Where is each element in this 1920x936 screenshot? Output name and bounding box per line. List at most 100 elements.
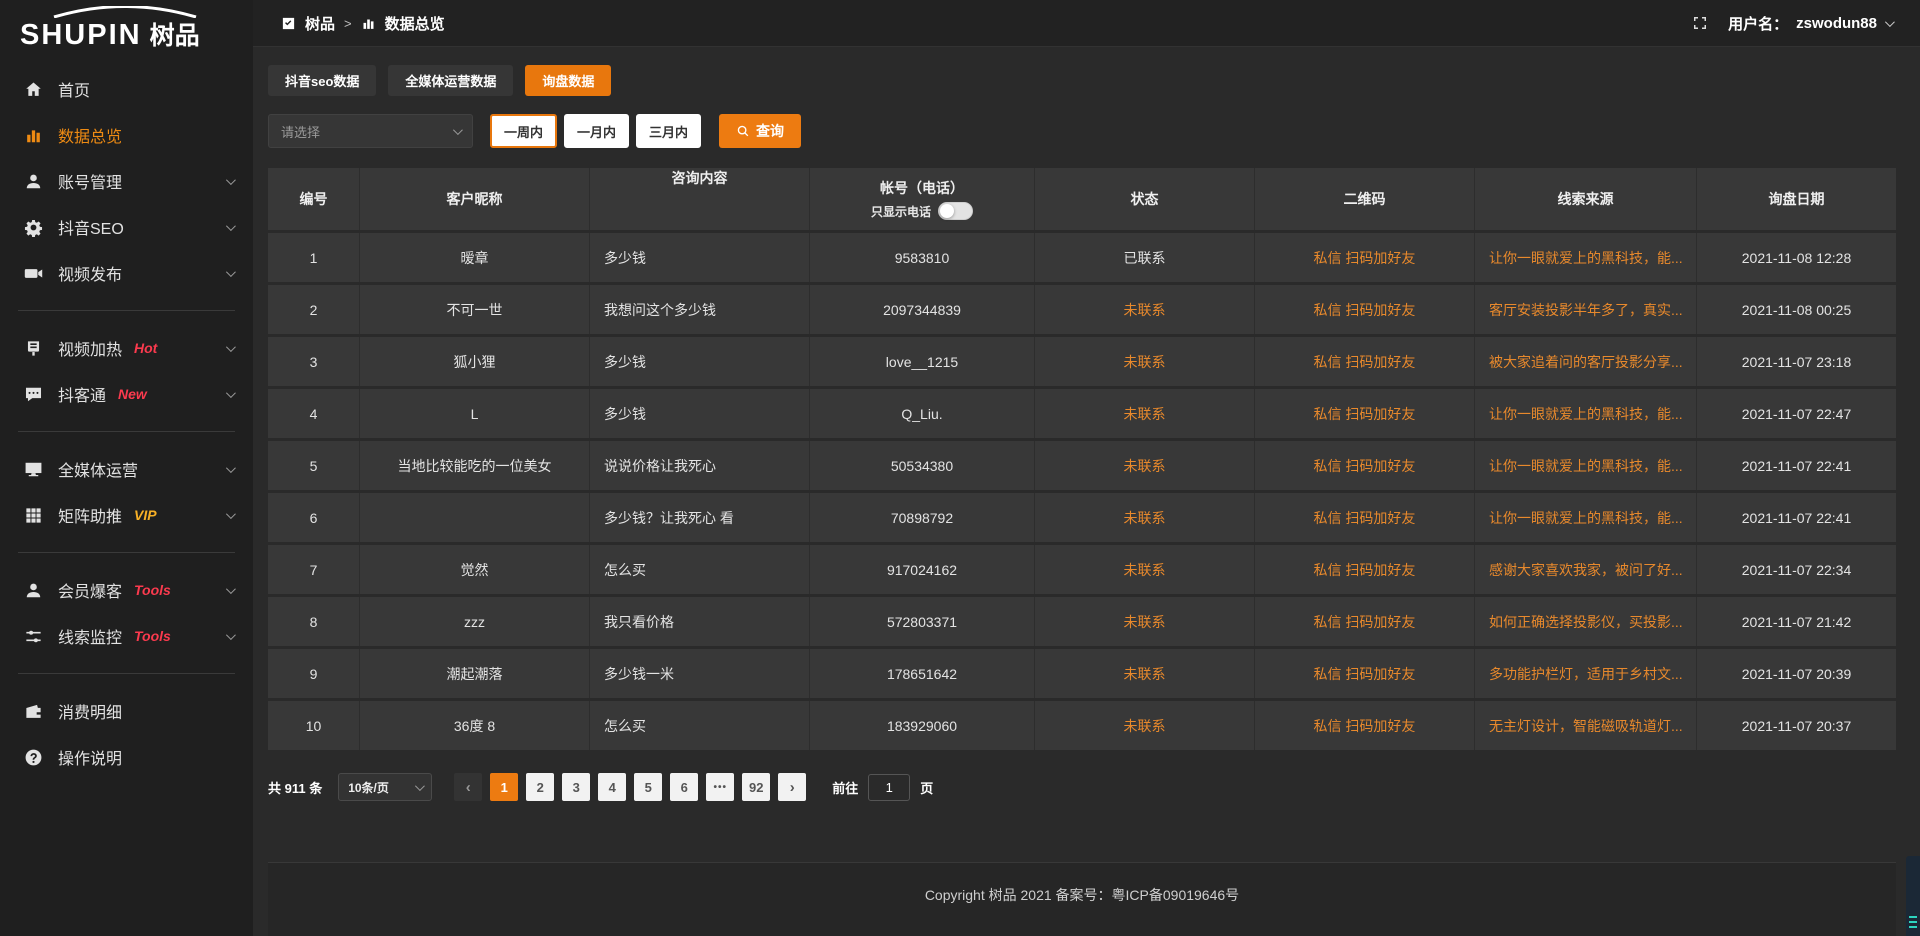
cell-source-link[interactable]: 多功能护栏灯，适用于乡村文... [1475, 649, 1697, 698]
filter-bar: 请选择 一周内一月内三月内 查询 [268, 114, 1896, 148]
cell-date: 2021-11-07 22:41 [1697, 441, 1896, 490]
phone-only-label: 只显示电话 [871, 203, 931, 220]
sidebar-item[interactable]: 矩阵助推VIP [0, 492, 253, 538]
sidebar-item[interactable]: 抖音SEO [0, 204, 253, 250]
cell-qrcode-link[interactable]: 私信 扫码加好友 [1255, 441, 1475, 490]
breadcrumb-separator: > [344, 16, 352, 31]
topbar-right: 用户名：zswodun88 [1692, 13, 1892, 34]
cell-source-link[interactable]: 让你一眼就爱上的黑科技，能... [1475, 493, 1697, 542]
cell-qrcode-link[interactable]: 私信 扫码加好友 [1255, 233, 1475, 282]
cell-source-link[interactable]: 感谢大家喜欢我家，被问了好... [1475, 545, 1697, 594]
next-page-button[interactable]: › [778, 773, 806, 801]
cell-source-link[interactable]: 让你一眼就爱上的黑科技，能... [1475, 389, 1697, 438]
grid-icon [24, 506, 43, 525]
page-button[interactable]: 92 [742, 773, 770, 801]
bar-chart-icon [361, 16, 376, 31]
range-button[interactable]: 三月内 [636, 114, 701, 148]
cell-qrcode-link[interactable]: 私信 扫码加好友 [1255, 701, 1475, 750]
user-menu[interactable]: 用户名：zswodun88 [1728, 13, 1892, 34]
page-footer: Copyright 树品 2021 备案号：粤ICP备09019646号 [268, 862, 1896, 936]
sidebar-item[interactable]: 首页 [0, 66, 253, 112]
col-header-status: 状态 [1035, 168, 1255, 230]
sidebar-item[interactable]: 数据总览 [0, 112, 253, 158]
content-area: 抖音seo数据全媒体运营数据询盘数据 请选择 一周内一月内三月内 查询 编号 客… [253, 47, 1920, 936]
cell-status: 未联系 [1035, 337, 1255, 386]
page-button[interactable]: 2 [526, 773, 554, 801]
tab-item[interactable]: 抖音seo数据 [268, 65, 376, 96]
breadcrumb: 树品 > 数据总览 [281, 13, 445, 34]
sidebar-item[interactable]: 操作说明 [0, 734, 253, 780]
page-size-select[interactable]: 10条/页 [338, 773, 432, 801]
cell-qrcode-link[interactable]: 私信 扫码加好友 [1255, 389, 1475, 438]
table-row: 3狐小狸多少钱love__1215未联系私信 扫码加好友被大家追着问的客厅投影分… [268, 337, 1896, 386]
edge-widget[interactable] [1906, 856, 1920, 936]
page-button[interactable]: 3 [562, 773, 590, 801]
cell-status: 未联系 [1035, 701, 1255, 750]
cell-source-link[interactable]: 让你一眼就爱上的黑科技，能... [1475, 441, 1697, 490]
cell-qrcode-link[interactable]: 私信 扫码加好友 [1255, 597, 1475, 646]
search-button[interactable]: 查询 [719, 114, 801, 148]
range-button[interactable]: 一月内 [564, 114, 629, 148]
cell-qrcode-link[interactable]: 私信 扫码加好友 [1255, 285, 1475, 334]
page-button[interactable]: 5 [634, 773, 662, 801]
cell-qrcode-link[interactable]: 私信 扫码加好友 [1255, 493, 1475, 542]
phone-only-toggle[interactable] [938, 202, 973, 220]
sidebar-divider [18, 310, 235, 311]
chevron-down-icon [453, 125, 463, 135]
col-header-nickname: 客户昵称 [360, 168, 590, 230]
sidebar-item[interactable]: 账号管理 [0, 158, 253, 204]
sidebar-item[interactable]: 视频加热Hot [0, 325, 253, 371]
date-range-group: 一周内一月内三月内 [490, 114, 701, 148]
page-button[interactable]: 6 [670, 773, 698, 801]
sidebar-item[interactable]: 视频发布 [0, 250, 253, 296]
col-header-source: 线索来源 [1475, 168, 1697, 230]
col-header-date: 询盘日期 [1697, 168, 1896, 230]
toggle-knob [940, 204, 954, 218]
sidebar-item[interactable]: 会员爆客Tools [0, 567, 253, 613]
prev-page-button[interactable]: ‹ [454, 773, 482, 801]
cell-source-link[interactable]: 如何正确选择投影仪，买投影... [1475, 597, 1697, 646]
page-button[interactable]: 1 [490, 773, 518, 801]
cell-content: 我想问这个多少钱 [590, 285, 810, 334]
cell-source-link[interactable]: 被大家追着问的客厅投影分享... [1475, 337, 1697, 386]
cell-status: 未联系 [1035, 285, 1255, 334]
table-header-row: 编号 客户昵称 咨询内容 帐号（电话） 只显示电话 状态 二维码 线索来源 询盘… [268, 168, 1896, 230]
cell-source-link[interactable]: 客厅安装投影半年多了，真实... [1475, 285, 1697, 334]
cell-date: 2021-11-07 20:39 [1697, 649, 1896, 698]
sidebar-item[interactable]: 线索监控Tools [0, 613, 253, 659]
sidebar-item-label: 操作说明 [58, 745, 122, 769]
cell-source-link[interactable]: 无主灯设计，智能磁吸轨道灯... [1475, 701, 1697, 750]
cell-qrcode-link[interactable]: 私信 扫码加好友 [1255, 337, 1475, 386]
table-row: 9潮起潮落多少钱一米178651642未联系私信 扫码加好友多功能护栏灯，适用于… [268, 649, 1896, 698]
cell-nickname: 狐小狸 [360, 337, 590, 386]
cell-account: 50534380 [810, 441, 1035, 490]
cell-date: 2021-11-07 22:34 [1697, 545, 1896, 594]
cell-source-link[interactable]: 让你一眼就爱上的黑科技，能... [1475, 233, 1697, 282]
cell-content: 说说价格让我死心 [590, 441, 810, 490]
breadcrumb-root[interactable]: 树品 [305, 13, 335, 34]
cell-date: 2021-11-07 22:47 [1697, 389, 1896, 438]
app-square-icon [281, 16, 296, 31]
sidebar-item-label: 首页 [58, 77, 90, 101]
total-count: 共 911 条 [268, 778, 322, 797]
cell-qrcode-link[interactable]: 私信 扫码加好友 [1255, 545, 1475, 594]
cell-date: 2021-11-07 22:41 [1697, 493, 1896, 542]
more-pages-button[interactable]: ••• [706, 773, 734, 801]
cell-qrcode-link[interactable]: 私信 扫码加好友 [1255, 649, 1475, 698]
col-header-qrcode: 二维码 [1255, 168, 1475, 230]
cell-content: 我只看价格 [590, 597, 810, 646]
page-buttons: ‹ 123456 ••• 92 › [454, 773, 806, 801]
sidebar-item[interactable]: 消费明细 [0, 688, 253, 734]
sidebar-item-label: 账号管理 [58, 169, 122, 193]
fullscreen-icon[interactable] [1692, 15, 1708, 31]
cell-account: 178651642 [810, 649, 1035, 698]
page-button[interactable]: 4 [598, 773, 626, 801]
tab-active[interactable]: 询盘数据 [525, 65, 611, 96]
goto-page-input[interactable] [868, 774, 910, 801]
cell-nickname: 当地比较能吃的一位美女 [360, 441, 590, 490]
sidebar-item[interactable]: 全媒体运营 [0, 446, 253, 492]
filter-select[interactable]: 请选择 [268, 114, 473, 148]
range-button[interactable]: 一周内 [490, 114, 557, 148]
sidebar-item[interactable]: 抖客通New [0, 371, 253, 417]
tab-item[interactable]: 全媒体运营数据 [388, 65, 513, 96]
